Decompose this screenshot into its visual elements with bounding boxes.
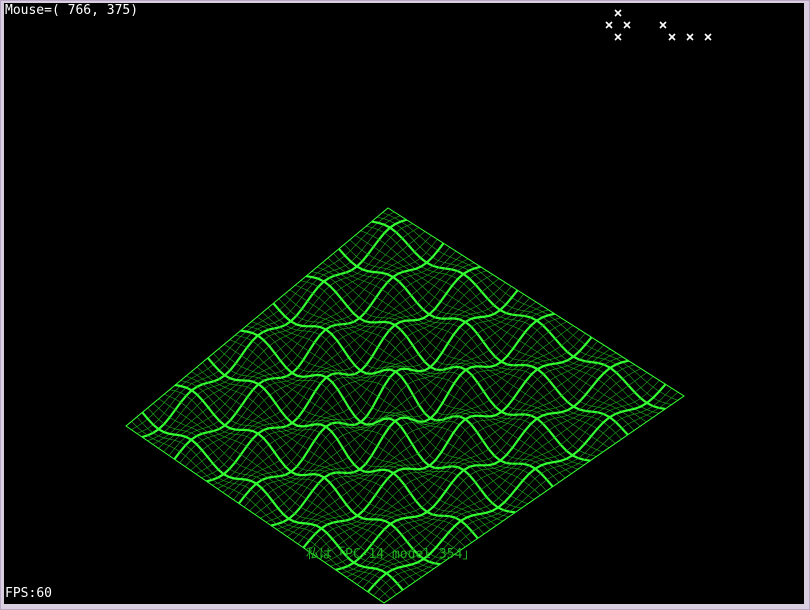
cross-marker-icon	[704, 33, 712, 41]
cross-marker-icon	[686, 33, 694, 41]
marker-cluster	[605, 9, 712, 41]
cross-marker-icon	[605, 21, 613, 29]
cross-marker-icon	[659, 21, 667, 29]
cross-marker-icon	[614, 33, 622, 41]
fps-label: FPS:	[5, 586, 37, 601]
fps-value: 60	[36, 586, 52, 601]
fps-counter: FPS:60	[5, 587, 52, 601]
cross-marker-icon	[614, 9, 622, 17]
scene-caption: 私は「PC-14 model 354」	[306, 547, 476, 562]
game-viewport[interactable]: Mouse=( 766, 375) 私は「PC-14 model 354」 FP…	[4, 3, 804, 604]
cross-marker-icon	[623, 21, 631, 29]
cross-marker-icon	[668, 33, 676, 41]
